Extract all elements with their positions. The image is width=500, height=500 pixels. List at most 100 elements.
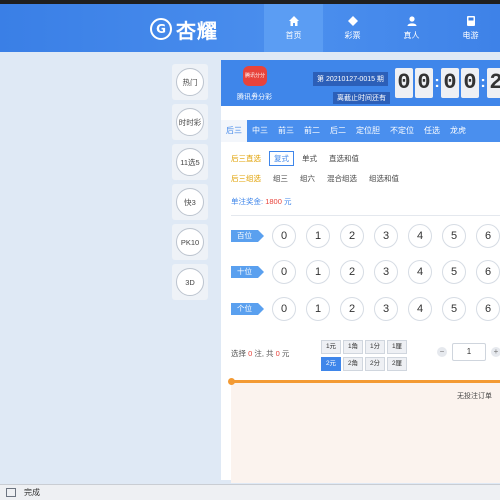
selection-suffix: 元	[281, 349, 290, 358]
unit-option[interactable]: 2元	[321, 357, 341, 371]
deadline-label: 离截止时间还有	[333, 92, 390, 104]
number-ball[interactable]: 3	[374, 224, 398, 248]
sidebar-item-label: 3D	[176, 268, 204, 296]
unit-option[interactable]: 1元	[321, 340, 341, 354]
tab-qian2[interactable]: 前二	[299, 120, 325, 142]
number-ball[interactable]: 4	[408, 260, 432, 284]
single-bet-prize: 单注奖金: 1800 元	[231, 196, 291, 207]
period-number: 第 20210127-0015 期	[313, 72, 388, 86]
nav-live[interactable]: 真人	[382, 4, 441, 52]
number-ball[interactable]: 5	[442, 260, 466, 284]
lottery-category-sidebar: 热门 时时彩 11选5 快3 PK10 3D	[172, 64, 208, 304]
unit-option[interactable]: 2厘	[387, 357, 407, 371]
nav-home-label: 首页	[285, 31, 302, 40]
play-type-tabs: 后三 中三 前三 前二 后二 定位胆 不定位 任选 龙虎	[221, 120, 500, 142]
number-ball[interactable]: 3	[374, 260, 398, 284]
unit-row: 1元 1角 1分 1厘	[321, 340, 409, 354]
number-ball[interactable]: 6	[476, 224, 500, 248]
number-ball[interactable]: 0	[272, 224, 296, 248]
decrease-multiplier-button[interactable]: −	[437, 347, 447, 357]
mode-option-mixed[interactable]: 混合组选	[323, 172, 361, 185]
sidebar-item-label: PK10	[176, 228, 204, 256]
nav-games[interactable]: 电游	[441, 4, 500, 52]
number-ball[interactable]: 4	[408, 297, 432, 321]
main-nav: 首页 彩票 真人 电游	[264, 4, 500, 52]
mode-option-danshi[interactable]: 单式	[298, 152, 321, 165]
tab-dingweidan[interactable]: 定位胆	[351, 120, 385, 142]
number-ball[interactable]: 6	[476, 260, 500, 284]
diamond-icon	[347, 16, 358, 26]
order-list: 无投注订单	[228, 378, 500, 483]
nav-home[interactable]: 首页	[264, 4, 323, 52]
mode-option-direct-sum[interactable]: 直选和值	[325, 152, 363, 165]
unit-option[interactable]: 1分	[365, 340, 385, 354]
timer-digit: 0	[461, 68, 479, 98]
selection-summary: 选择 0 注, 共 0 元	[231, 348, 289, 359]
mode-option-zu3[interactable]: 组三	[269, 172, 292, 185]
position-row-tens: 十位 0 1 2 3 4 5 6	[231, 259, 500, 285]
number-ball[interactable]: 2	[340, 297, 364, 321]
nav-lottery[interactable]: 彩票	[323, 4, 382, 52]
lottery-header: 腾讯分分彩 腾讯分分彩 第 20210127-0015 期 离截止时间还有 0 …	[221, 60, 500, 106]
logo-text: 杏耀	[176, 18, 218, 43]
unit-row: 2元 2角 2分 2厘	[321, 357, 409, 371]
number-ball[interactable]: 4	[408, 224, 432, 248]
number-ball[interactable]: 5	[442, 224, 466, 248]
mode-option-zu6[interactable]: 组六	[296, 172, 319, 185]
timer-separator: :	[434, 74, 440, 91]
mode-option-fushi[interactable]: 复式	[269, 150, 294, 166]
prize-value: 1800	[265, 197, 282, 206]
sidebar-item-label: 时时彩	[176, 108, 204, 136]
mode-row-group: 后三组选 组三 组六 混合组选 组选和值	[231, 170, 407, 186]
site-logo[interactable]: G 杏耀	[150, 14, 218, 44]
position-row-hundreds: 百位 0 1 2 3 4 5 6	[231, 223, 500, 249]
tab-qian3[interactable]: 前三	[273, 120, 299, 142]
number-ball[interactable]: 5	[442, 297, 466, 321]
number-ball[interactable]: 2	[340, 224, 364, 248]
divider	[231, 215, 500, 216]
unit-option[interactable]: 2角	[343, 357, 363, 371]
number-ball[interactable]: 6	[476, 297, 500, 321]
timer-separator: :	[480, 74, 486, 91]
number-ball[interactable]: 1	[306, 260, 330, 284]
status-text: 完成	[24, 488, 40, 497]
tab-zhong3[interactable]: 中三	[247, 120, 273, 142]
sidebar-item-11x5[interactable]: 11选5	[172, 144, 208, 180]
number-ball[interactable]: 2	[340, 260, 364, 284]
number-ball[interactable]: 1	[306, 224, 330, 248]
unit-option[interactable]: 1厘	[387, 340, 407, 354]
mode-option-group-sum[interactable]: 组选和值	[365, 172, 403, 185]
mode-row-direct: 后三直选 复式 单式 直选和值	[231, 150, 407, 166]
number-ball[interactable]: 0	[272, 297, 296, 321]
tab-renxuan[interactable]: 任选	[419, 120, 445, 142]
increase-multiplier-button[interactable]: +	[491, 347, 500, 357]
tab-hou2[interactable]: 后二	[325, 120, 351, 142]
unit-option[interactable]: 1角	[343, 340, 363, 354]
betting-panel: 腾讯分分彩 腾讯分分彩 第 20210127-0015 期 离截止时间还有 0 …	[221, 60, 500, 483]
tab-budingwei[interactable]: 不定位	[385, 120, 419, 142]
number-ball[interactable]: 0	[272, 260, 296, 284]
mode-row-label: 后三直选	[231, 153, 261, 163]
selection-amount: 0	[275, 349, 280, 358]
order-list-marker	[228, 378, 235, 385]
home-icon	[288, 16, 299, 26]
sidebar-item-ssc[interactable]: 时时彩	[172, 104, 208, 140]
timer-digit: 2	[487, 68, 500, 98]
sidebar-item-pk10[interactable]: PK10	[172, 224, 208, 260]
unit-option[interactable]: 2分	[365, 357, 385, 371]
lottery-badge: 腾讯分分彩	[243, 66, 267, 99]
multiplier-input[interactable]: 1	[452, 343, 486, 361]
number-ball[interactable]: 1	[306, 297, 330, 321]
sidebar-item-label: 热门	[176, 68, 204, 96]
number-ball[interactable]: 3	[374, 297, 398, 321]
mode-row-label: 后三组选	[231, 173, 261, 183]
sidebar-item-3d[interactable]: 3D	[172, 264, 208, 300]
game-icon	[466, 16, 475, 26]
tab-longhu[interactable]: 龙虎	[445, 120, 471, 142]
logo-emblem-icon: G	[150, 18, 172, 40]
sidebar-item-k3[interactable]: 快3	[172, 184, 208, 220]
sidebar-item-hot[interactable]: 热门	[172, 64, 208, 100]
nav-games-label: 电游	[462, 31, 479, 40]
position-label: 百位	[231, 230, 264, 242]
tab-hou3[interactable]: 后三	[221, 120, 247, 142]
